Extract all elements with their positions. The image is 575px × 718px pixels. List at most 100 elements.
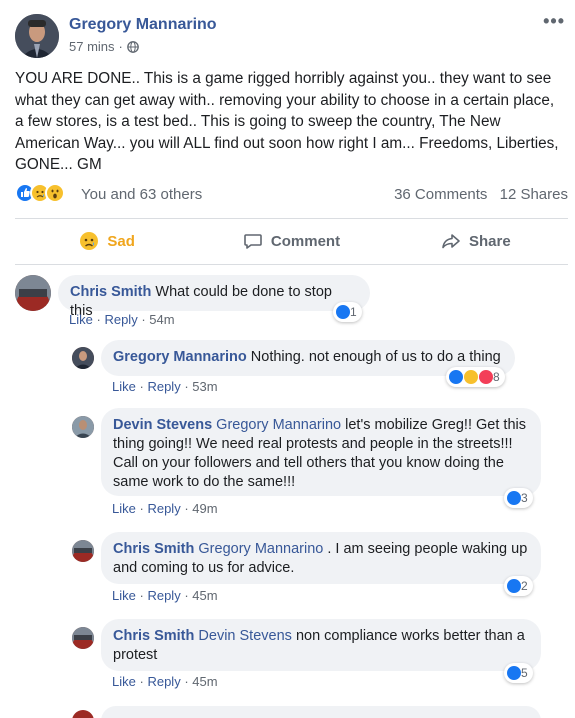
comment-bubble: Chris Smith What could be done to stop t… (58, 275, 370, 319)
comment-actions: Like · Reply · 45m (112, 674, 218, 689)
more-options-icon[interactable]: ••• (543, 12, 565, 30)
like-icon (506, 578, 522, 594)
like-icon (448, 369, 464, 385)
post-header: Gregory Mannarino 57 mins · ••• (15, 12, 565, 58)
link-separator: · (96, 312, 101, 327)
engagement-counts: 36 Comments 12 Shares (394, 186, 568, 203)
link-separator: · (139, 588, 144, 603)
comment-reactions[interactable]: 8 (446, 367, 505, 387)
tagged-user[interactable]: Devin Stevens (198, 628, 292, 644)
link-separator: · (184, 674, 189, 689)
commenter-avatar-image (72, 627, 94, 649)
globe-icon (127, 40, 139, 53)
reaction-count-text[interactable]: You and 63 others (81, 186, 202, 203)
link-separator: · (139, 501, 144, 516)
commenter-name[interactable]: Gregory Mannarino (113, 349, 247, 365)
comment-reactions[interactable]: 1 (333, 302, 362, 322)
commenter-name[interactable]: Chris Smith (70, 284, 151, 300)
comment-actions: Like · Reply · 54m (69, 312, 175, 327)
comment-time[interactable]: 54m (149, 312, 174, 327)
post-text: YOU ARE DONE.. This is a game rigged hor… (15, 70, 559, 173)
comment-actions: Like · Reply · 49m (112, 501, 218, 516)
tagged-user[interactable]: Gregory Mannarino (198, 541, 323, 557)
comment-actions: Like · Reply · 53m (112, 379, 218, 394)
sad-icon (80, 232, 99, 250)
commenter-avatar[interactable] (15, 275, 51, 311)
comment-time[interactable]: 45m (192, 674, 217, 689)
comment-bubble (101, 706, 541, 718)
commenter-name[interactable]: Chris Smith (113, 628, 194, 644)
comment-label: Comment (270, 232, 341, 250)
comment-reactions[interactable]: 5 (504, 663, 533, 683)
reaction-count: 3 (521, 491, 528, 505)
reaction-count: 2 (521, 579, 528, 593)
reaction-summary: You and 63 others 36 Comments 12 Shares (15, 183, 568, 207)
wow-icon (45, 183, 65, 203)
like-icon (506, 665, 522, 681)
like-icon (506, 490, 522, 506)
author-avatar-image (15, 14, 59, 58)
post-time[interactable]: 57 mins (69, 39, 115, 54)
comment-actions: Like · Reply · 45m (112, 588, 218, 603)
comments-count[interactable]: 36 Comments (394, 186, 487, 203)
like-icon (335, 304, 351, 320)
like-link[interactable]: Like (69, 312, 93, 327)
commenter-avatar[interactable] (72, 627, 94, 649)
sad-label: Sad (107, 232, 135, 250)
commenter-avatar[interactable] (72, 540, 94, 562)
commenter-avatar[interactable] (72, 347, 94, 369)
like-link[interactable]: Like (112, 501, 136, 516)
share-label: Share (468, 232, 511, 250)
reply-link[interactable]: Reply (147, 501, 180, 516)
comment-bubble: Devin Stevens Gregory Mannarino let's mo… (101, 408, 541, 496)
comment-reactions[interactable]: 3 (504, 488, 533, 508)
action-bar: Sad Comment Share (15, 222, 568, 260)
commenter-name[interactable]: Devin Stevens (113, 417, 212, 433)
comment-button[interactable]: Comment (199, 222, 383, 260)
divider-bottom (15, 264, 568, 265)
comment-time[interactable]: 45m (192, 588, 217, 603)
commenter-name[interactable]: Chris Smith (113, 541, 194, 557)
reaction-count: 8 (493, 370, 500, 384)
link-separator: · (141, 312, 146, 327)
share-button[interactable]: Share (384, 222, 568, 260)
reply-link[interactable]: Reply (147, 379, 180, 394)
commenter-avatar-image (72, 347, 94, 369)
reply-link[interactable]: Reply (104, 312, 137, 327)
commenter-avatar[interactable] (72, 710, 94, 718)
post-meta: 57 mins · (69, 39, 139, 54)
reaction-icons[interactable] (15, 183, 65, 203)
link-separator: · (139, 379, 144, 394)
comment-time[interactable]: 53m (192, 379, 217, 394)
shares-count[interactable]: 12 Shares (500, 186, 568, 203)
commenter-avatar-image (15, 275, 51, 311)
comment-time[interactable]: 49m (192, 501, 217, 516)
reply-link[interactable]: Reply (147, 674, 180, 689)
tagged-user[interactable]: Gregory Mannarino (216, 417, 341, 433)
sad-reaction-button[interactable]: Sad (15, 222, 199, 260)
author-avatar[interactable] (15, 14, 59, 58)
comment-reactions[interactable]: 2 (504, 576, 533, 596)
comment-icon (244, 234, 262, 249)
like-link[interactable]: Like (112, 588, 136, 603)
like-link[interactable]: Like (112, 379, 136, 394)
comment-text: Nothing. not enough of us to do a thing (250, 349, 501, 365)
reply-link[interactable]: Reply (147, 588, 180, 603)
comment-bubble: Chris Smith Gregory Mannarino . I am see… (101, 532, 541, 584)
like-link[interactable]: Like (112, 674, 136, 689)
share-icon (442, 234, 460, 249)
love-icon (478, 369, 494, 385)
commenter-avatar[interactable] (72, 416, 94, 438)
commenter-avatar-image (72, 416, 94, 438)
reaction-count: 5 (521, 666, 528, 680)
comment-bubble: Chris Smith Devin Stevens non compliance… (101, 619, 541, 671)
post-author-name[interactable]: Gregory Mannarino (69, 16, 217, 34)
divider-top (15, 218, 568, 219)
link-separator: · (184, 379, 189, 394)
link-separator: · (139, 674, 144, 689)
reaction-count: 1 (350, 305, 357, 319)
sad-icon (463, 369, 479, 385)
commenter-avatar-image (72, 540, 94, 562)
link-separator: · (184, 501, 189, 516)
link-separator: · (184, 588, 189, 603)
